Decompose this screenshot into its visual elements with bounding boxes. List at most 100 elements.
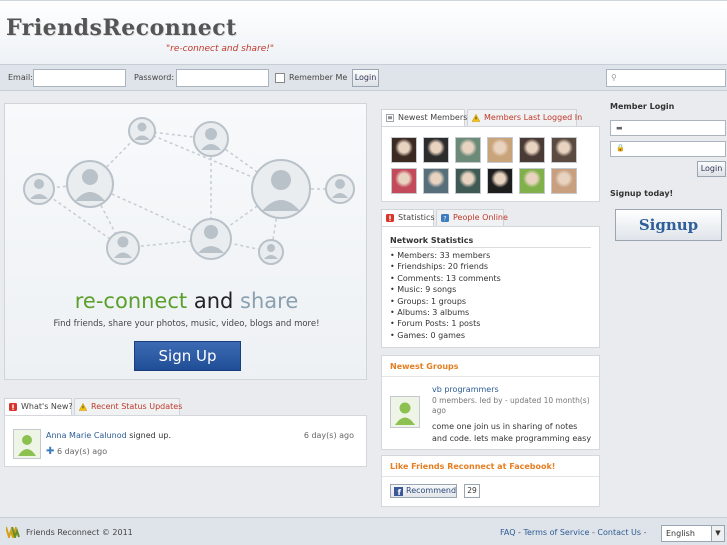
member-thumbnail[interactable]: [519, 168, 545, 194]
activity-subtime: 6 day(s) ago: [56, 447, 108, 456]
member-thumbnail[interactable]: [423, 137, 449, 163]
warning-icon: [472, 114, 480, 122]
tab-whats-new[interactable]: What's New?: [4, 398, 73, 416]
login-button[interactable]: Login: [352, 69, 379, 87]
members-tabs: Newest Members Members Last Logged In: [381, 109, 600, 127]
language-select-value: English: [666, 529, 695, 538]
statistics-title: Network Statistics: [390, 236, 474, 245]
member-thumbnail[interactable]: [487, 137, 513, 163]
tab-statistics[interactable]: Statistics: [381, 209, 435, 227]
statistics-item: • Forum Posts: 1 posts: [390, 319, 481, 329]
warning-icon: [79, 403, 87, 411]
statistics-item: • Games: 0 games: [390, 330, 465, 340]
site-header: FriendsReconnect "re-connect and share!": [0, 0, 727, 64]
member-thumbnail[interactable]: [519, 137, 545, 163]
activity-feed: Anna Marie Calunod signed up. 6 day(s) a…: [4, 415, 367, 467]
plus-icon[interactable]: ✚: [46, 446, 54, 457]
group-avatar[interactable]: [390, 396, 420, 428]
news-icon: [9, 403, 17, 411]
statistics-item: • Members: 33 members: [390, 251, 491, 260]
hero-banner: re-connect and share Find friends, share…: [4, 103, 367, 380]
signup-today-title: Signup today!: [610, 189, 674, 198]
svg-text:?: ?: [443, 215, 446, 222]
language-select[interactable]: English ▼: [661, 525, 725, 542]
footer-separator: -: [518, 528, 521, 537]
activity-time: 6 day(s) ago: [303, 431, 354, 440]
activity-user-link[interactable]: Anna Marie Calunod: [46, 431, 127, 440]
hero-signup-button[interactable]: Sign Up: [134, 341, 241, 371]
site-tagline: "re-connect and share!": [166, 44, 275, 54]
member-thumbnail[interactable]: [391, 137, 417, 163]
chevron-down-icon: ▼: [711, 526, 724, 541]
network-illustration: [23, 117, 355, 265]
activity-tabs: What's New? Recent Status Updates: [4, 398, 367, 416]
footer-separator: -: [591, 528, 595, 537]
email-input[interactable]: [33, 69, 126, 87]
statistics-item: • Music: 9 songs: [390, 285, 457, 295]
facebook-title: Like Friends Reconnect at Facebook!: [390, 462, 556, 471]
statistics-item: • Groups: 1 groups: [390, 296, 467, 306]
tab-last-logged-in[interactable]: Members Last Logged In: [467, 109, 582, 127]
group-description: come one join us in sharing of notes and…: [432, 422, 592, 443]
footer-separator: -: [643, 528, 647, 537]
tab-statistics-label: Statistics: [398, 213, 435, 222]
newest-groups-panel: Newest Groups vb programmers 0 members. …: [381, 355, 600, 450]
stats-tabs: Statistics ? People Online: [381, 209, 600, 227]
statistics-item: • Friendships: 20 friends: [390, 262, 489, 272]
password-label: Password:: [134, 73, 175, 82]
statistics-item: • Albums: 3 albums: [390, 308, 470, 318]
facebook-recommend-button[interactable]: f Recommend: [390, 484, 457, 498]
member-thumbnail[interactable]: [487, 168, 513, 194]
default-avatar-icon: [391, 397, 419, 427]
tab-recent-status[interactable]: Recent Status Updates: [74, 398, 183, 416]
group-meta: 0 members. led by - updated 10 month(s) …: [432, 396, 590, 415]
hero-headline: re-connect and share: [5, 289, 368, 313]
footer-faq-link[interactable]: FAQ: [500, 528, 516, 537]
site-logo[interactable]: FriendsReconnect: [6, 15, 237, 41]
login-bar: Email: Password: Remember Me Login ⚲: [0, 64, 727, 91]
tab-people-online[interactable]: ? People Online: [436, 209, 508, 227]
user-icon: ▬: [616, 124, 623, 132]
members-icon: [386, 114, 394, 122]
footer-contact-link[interactable]: Contact Us: [597, 528, 641, 537]
member-thumbnail[interactable]: [455, 137, 481, 163]
statistics-list: • Members: 33 members • Friendships: 20 f…: [390, 250, 501, 341]
tab-whats-new-label: What's New?: [21, 402, 73, 411]
footer-logo-icon: [6, 526, 20, 538]
facebook-divider: [382, 476, 599, 477]
sidebar-password-input[interactable]: 🔒: [610, 141, 726, 157]
search-input[interactable]: ⚲: [606, 69, 726, 87]
hero-word-share: share: [240, 289, 299, 313]
remember-me-checkbox[interactable]: [275, 73, 285, 83]
member-thumbnail[interactable]: [391, 168, 417, 194]
tab-last-logged-in-label: Members Last Logged In: [484, 113, 583, 122]
email-label: Email:: [8, 73, 33, 82]
tab-people-online-label: People Online: [453, 213, 508, 222]
member-thumbnail[interactable]: [423, 168, 449, 194]
member-thumbnail[interactable]: [455, 168, 481, 194]
default-avatar-icon: [14, 430, 40, 458]
member-thumbnail[interactable]: [551, 137, 577, 163]
newest-groups-title: Newest Groups: [390, 362, 459, 371]
sidebar-signup-button[interactable]: Signup: [615, 209, 722, 241]
facebook-panel: Like Friends Reconnect at Facebook! f Re…: [381, 455, 600, 507]
sidebar-email-input[interactable]: ▬: [610, 120, 726, 136]
password-input[interactable]: [176, 69, 269, 87]
statistics-divider: [390, 247, 591, 248]
footer-terms-link[interactable]: Terms of Service: [523, 528, 589, 537]
search-icon: ⚲: [611, 73, 617, 82]
facebook-count: 29: [464, 484, 480, 498]
online-icon: ?: [441, 214, 449, 222]
user-avatar[interactable]: [13, 429, 41, 459]
tab-recent-status-label: Recent Status Updates: [91, 402, 183, 411]
stats-icon: [386, 214, 394, 222]
groups-divider: [382, 376, 599, 377]
facebook-icon: f: [394, 487, 403, 496]
member-thumbnail[interactable]: [551, 168, 577, 194]
hero-word-reconnect: re-connect: [74, 289, 188, 313]
sidebar-login-button[interactable]: Login: [697, 161, 726, 177]
lock-icon: 🔒: [616, 144, 625, 152]
activity-action: signed up.: [126, 431, 171, 440]
group-name-link[interactable]: vb programmers: [432, 385, 499, 394]
tab-newest-members[interactable]: Newest Members: [381, 109, 467, 127]
